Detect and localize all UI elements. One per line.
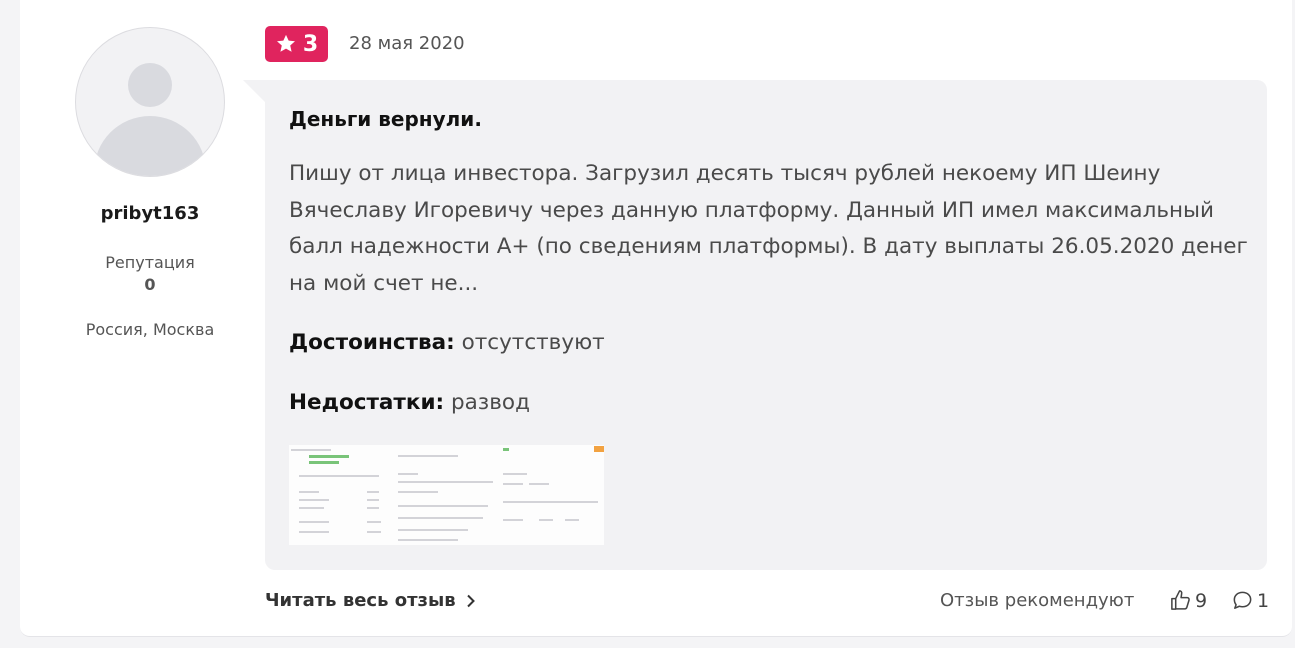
review-text: Пишу от лица инвестора. Загрузил десять … — [289, 161, 1248, 296]
author-location: Россия, Москва — [85, 320, 215, 339]
review-pros: Достоинства: отсутствуют — [289, 330, 605, 355]
star-icon — [276, 34, 295, 52]
avatar[interactable] — [75, 27, 225, 177]
author-username[interactable]: pribyt163 — [60, 203, 240, 224]
review-body: Деньги вернули. Пишу от лица инвестора. … — [243, 80, 1267, 570]
read-full-review-link[interactable]: Читать весь отзыв — [265, 590, 476, 611]
recommend-label: Отзыв рекомендуют — [940, 590, 1135, 611]
comments-count: 1 — [1257, 589, 1270, 612]
thumbs-up-icon — [1171, 590, 1190, 610]
attachment-thumbnail[interactable] — [394, 445, 499, 545]
review-cons: Недостатки: развод — [289, 390, 530, 415]
reputation-label: Репутация — [105, 253, 195, 272]
comment-icon — [1233, 591, 1252, 609]
attachment-thumbnail[interactable] — [499, 445, 604, 545]
pros-label: Достоинства: — [289, 330, 455, 355]
pros-value: отсутствуют — [461, 330, 605, 355]
comments-button[interactable]: 1 — [1231, 589, 1269, 612]
review-title[interactable]: Деньги вернули. — [289, 107, 482, 131]
like-button[interactable]: 9 — [1169, 589, 1207, 612]
read-more-label: Читать весь отзыв — [265, 590, 456, 611]
likes-count: 9 — [1195, 589, 1208, 612]
avatar-placeholder-icon — [128, 63, 172, 107]
attachments — [289, 445, 604, 545]
chevron-right-icon — [466, 594, 475, 607]
rating-badge: 3 — [265, 26, 328, 62]
attachment-thumbnail[interactable] — [289, 445, 394, 545]
cons-label: Недостатки: — [289, 390, 445, 415]
rating-value: 3 — [302, 31, 319, 57]
review-date: 28 мая 2020 — [349, 33, 465, 54]
cons-value: развод — [450, 390, 530, 415]
reputation-value: 0 — [144, 275, 156, 294]
